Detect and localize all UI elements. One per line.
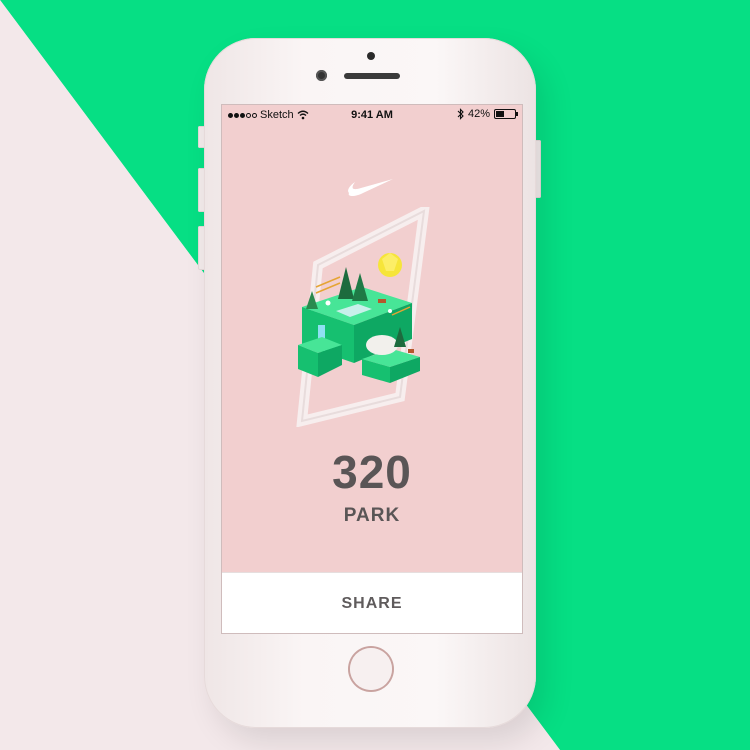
battery-fill	[496, 111, 504, 117]
nike-swoosh-icon	[348, 179, 393, 196]
place-label: PARK	[343, 505, 401, 526]
status-right: 42%	[457, 108, 518, 120]
share-bar[interactable]: SHARE	[222, 572, 522, 633]
front-camera	[367, 52, 375, 60]
battery-percent: 42%	[467, 108, 490, 120]
battery-icon	[494, 109, 518, 119]
home-button	[350, 648, 392, 690]
earpiece-speaker	[344, 73, 400, 79]
score-value: 320	[332, 446, 412, 498]
share-button[interactable]: SHARE	[222, 595, 522, 613]
status-bar: Sketch 9:41 AM 42%	[222, 105, 522, 127]
proximity-sensor	[316, 70, 327, 81]
phone-screen: Sketch 9:41 AM 42% 320 PARK SHARE	[221, 104, 523, 634]
park-illustration	[296, 207, 430, 427]
bluetooth-icon	[457, 108, 464, 120]
